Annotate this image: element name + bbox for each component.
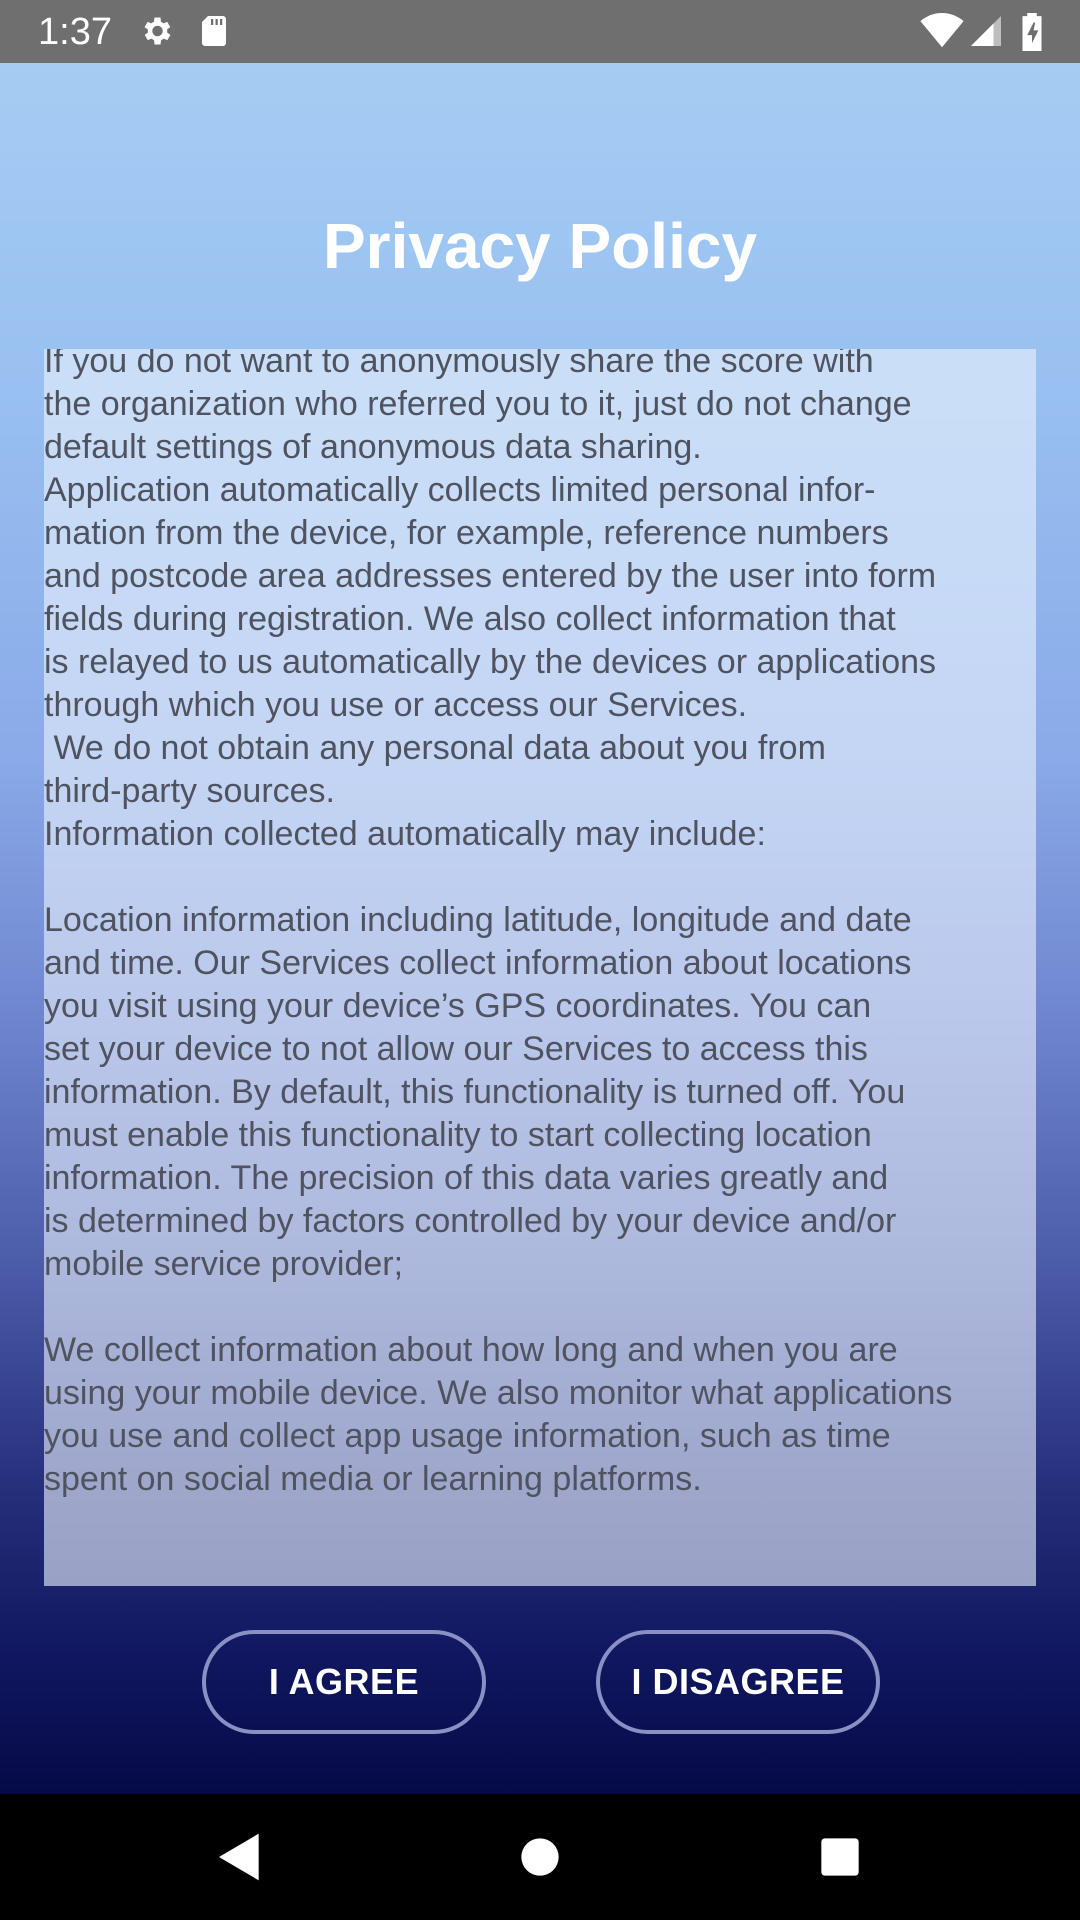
screen: 1:37 Privacy Policy If you do not want t… [0,0,1080,1920]
wifi-icon [920,13,964,49]
disagree-button[interactable]: I DISAGREE [596,1630,880,1734]
cellular-icon [968,13,1004,49]
privacy-policy-screen: Privacy Policy If you do not want to ano… [0,63,1080,1794]
navigation-bar [0,1794,1080,1920]
battery-charging-icon [1018,13,1046,51]
agree-button[interactable]: I AGREE [202,1630,486,1734]
sd-card-icon [196,13,232,49]
home-icon[interactable] [512,1829,568,1885]
status-time: 1:37 [38,11,112,53]
recents-icon[interactable] [812,1829,868,1885]
policy-scroll-container[interactable]: If you do not want to anonymously share … [44,349,1036,1586]
status-bar: 1:37 [0,0,1080,63]
settings-icon [138,13,174,49]
page-title: Privacy Policy [322,210,758,282]
policy-text: If you do not want to anonymously share … [44,349,953,1498]
back-icon[interactable] [212,1829,268,1885]
